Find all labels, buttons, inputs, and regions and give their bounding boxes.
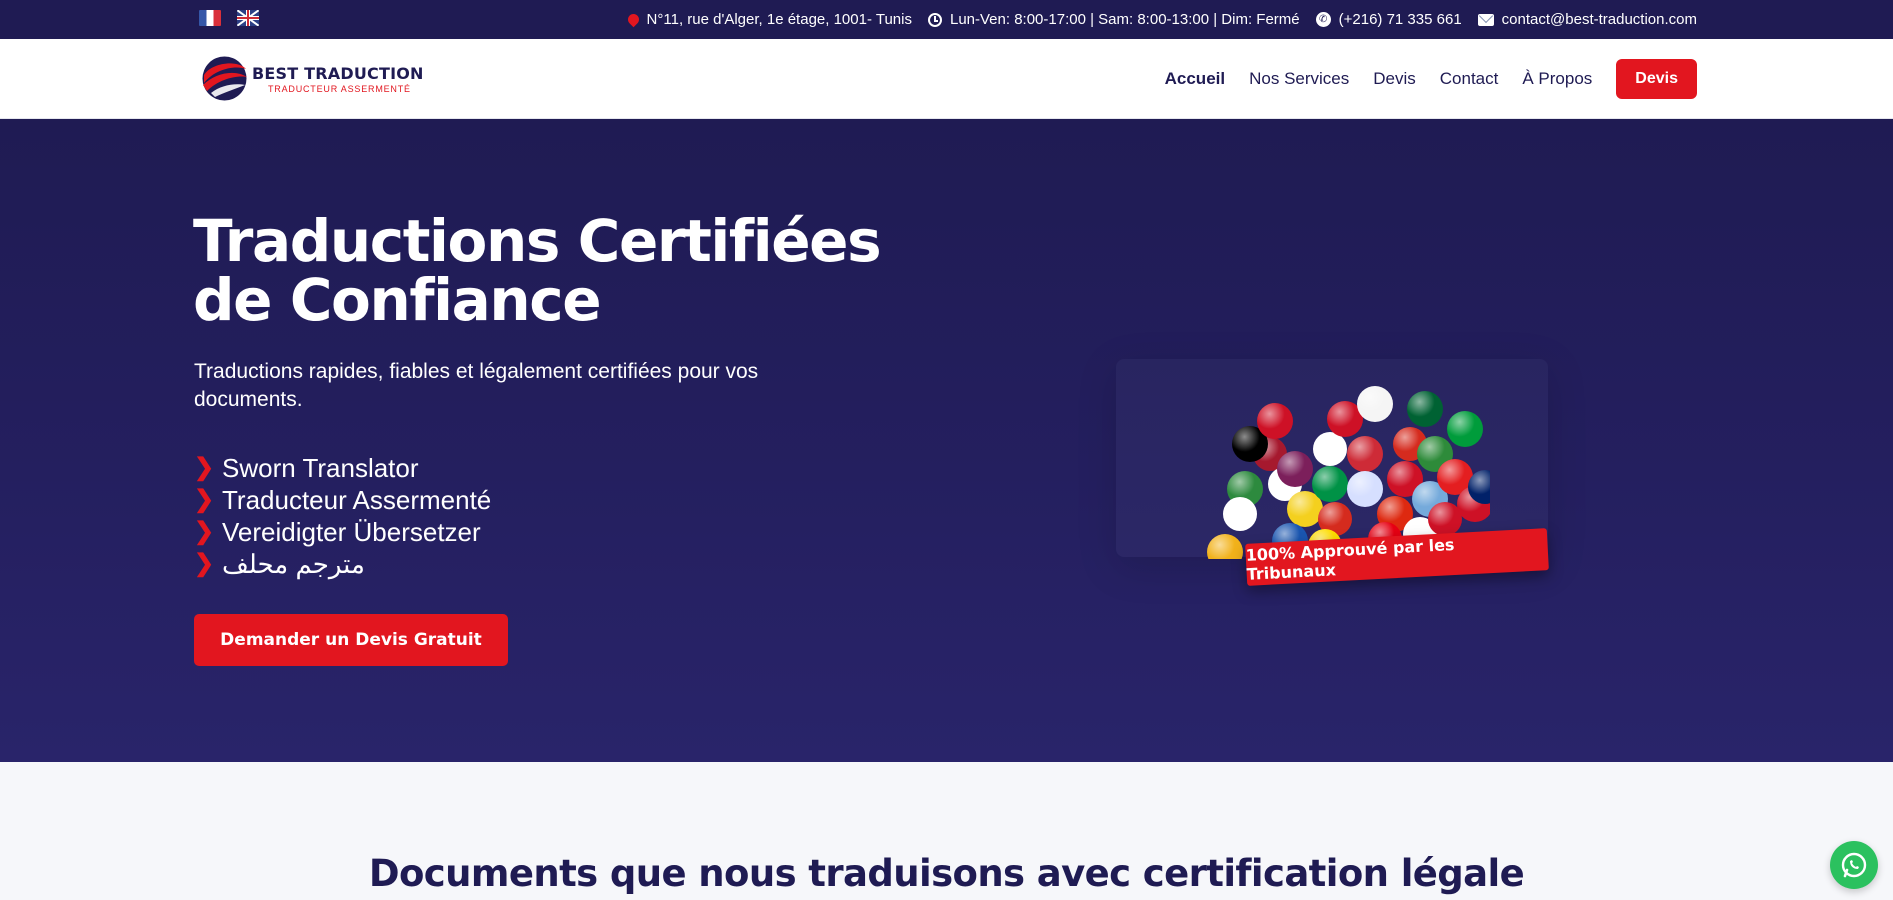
map-pin-icon bbox=[625, 11, 641, 28]
whatsapp-button[interactable] bbox=[1830, 841, 1878, 889]
logo-subtitle: TRADUCTEUR ASSERMENTÉ bbox=[268, 83, 411, 94]
feature-label: مترجم محلف bbox=[222, 549, 365, 579]
nav-item-a-propos[interactable]: À Propos bbox=[1522, 69, 1592, 89]
phone-icon: ✆ bbox=[1315, 12, 1331, 27]
feature-list: ❯ Sworn Translator ❯ Traducteur Assermenté… bbox=[194, 452, 491, 580]
hero-title: Traductions Certifiées de Confiance bbox=[193, 212, 953, 330]
hero-title-line1: Traductions Certifiées bbox=[193, 207, 882, 275]
mail-icon bbox=[1477, 13, 1494, 26]
flag-uk-icon[interactable] bbox=[237, 10, 259, 26]
hours-text: Lun-Ven: 8:00-17:00 | Sam: 8:00-13:00 | … bbox=[949, 11, 1300, 28]
world-flags-globe-image bbox=[1207, 386, 1490, 559]
hours-info: Lun-Ven: 8:00-17:00 | Sam: 8:00-13:00 | … bbox=[927, 11, 1300, 28]
nav-item-nos-services[interactable]: Nos Services bbox=[1249, 69, 1349, 89]
language-switcher bbox=[199, 10, 259, 26]
flag-france-icon[interactable] bbox=[199, 10, 221, 26]
request-quote-button[interactable]: Demander un Devis Gratuit bbox=[194, 614, 508, 666]
email-info[interactable]: contact@best-traduction.com bbox=[1477, 11, 1697, 28]
phone-text[interactable]: (+216) 71 335 661 bbox=[1339, 11, 1462, 28]
top-bar: N°11, rue d'Alger, 1e étage, 1001- Tunis… bbox=[0, 0, 1893, 39]
chevron-right-icon: ❯ bbox=[194, 550, 215, 577]
logo-title: BEST TRADUCTION bbox=[252, 63, 424, 83]
section-title: Documents que nous traduisons avec certi… bbox=[368, 852, 1525, 895]
logo-globe-icon bbox=[202, 56, 247, 101]
main-nav: Accueil Nos Services Devis Contact À Pro… bbox=[1165, 59, 1697, 99]
list-item: ❯ Traducteur Assermenté bbox=[194, 484, 491, 516]
chevron-right-icon: ❯ bbox=[194, 518, 215, 545]
hero-subtitle: Traductions rapides, fiables et légaleme… bbox=[194, 360, 759, 411]
whatsapp-icon bbox=[1841, 852, 1867, 878]
address-info: N°11, rue d'Alger, 1e étage, 1001- Tunis bbox=[625, 11, 912, 28]
phone-info[interactable]: ✆ (+216) 71 335 661 bbox=[1315, 11, 1462, 28]
list-item: ❯ مترجم محلف bbox=[194, 548, 491, 580]
email-link[interactable]: contact@best-traduction.com bbox=[1502, 11, 1697, 28]
nav-item-devis[interactable]: Devis bbox=[1373, 69, 1416, 89]
feature-label: Traducteur Assermenté bbox=[222, 485, 492, 515]
devis-button[interactable]: Devis bbox=[1616, 59, 1697, 99]
list-item: ❯ Vereidigter Übersetzer bbox=[194, 516, 491, 548]
contact-info: N°11, rue d'Alger, 1e étage, 1001- Tunis… bbox=[625, 0, 1697, 39]
address-text: N°11, rue d'Alger, 1e étage, 1001- Tunis bbox=[646, 11, 912, 28]
logo[interactable]: BEST TRADUCTION TRADUCTEUR ASSERMENTÉ bbox=[201, 55, 424, 102]
list-item: ❯ Sworn Translator bbox=[194, 452, 491, 484]
hero-title-line2: de Confiance bbox=[193, 266, 602, 334]
feature-label: Sworn Translator bbox=[222, 453, 419, 483]
nav-item-accueil[interactable]: Accueil bbox=[1165, 69, 1225, 89]
hero-section: Traductions Certifiées de Confiance Trad… bbox=[0, 119, 1893, 762]
chevron-right-icon: ❯ bbox=[194, 486, 215, 513]
chevron-right-icon: ❯ bbox=[194, 454, 215, 481]
nav-item-contact[interactable]: Contact bbox=[1440, 69, 1499, 89]
feature-label: Vereidigter Übersetzer bbox=[222, 517, 481, 547]
clock-icon bbox=[927, 12, 942, 27]
main-header: BEST TRADUCTION TRADUCTEUR ASSERMENTÉ Ac… bbox=[0, 39, 1893, 119]
